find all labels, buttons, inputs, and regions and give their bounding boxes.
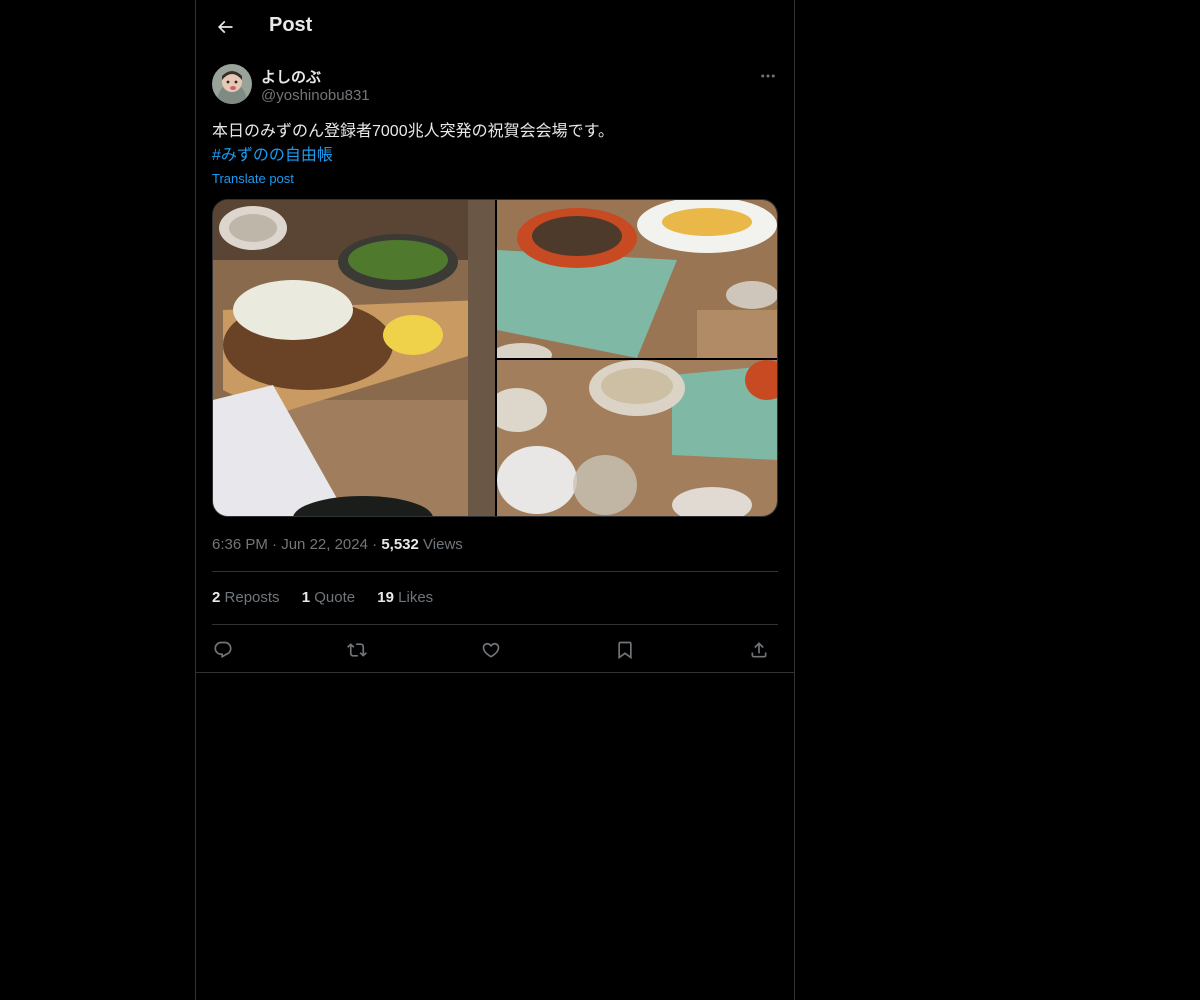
action-bar	[212, 636, 778, 664]
reposts-stat[interactable]: 2 Reposts	[212, 589, 280, 606]
quotes-count: 1	[301, 589, 311, 606]
reply-icon	[214, 641, 232, 659]
hashtag-link[interactable]: #みずのの自由帳	[212, 144, 778, 168]
divider	[212, 571, 778, 572]
post-meta: 6:36 PM · Jun 22, 2024 · 5,532 Views	[212, 536, 463, 553]
more-horizontal-icon	[761, 74, 775, 78]
photo-3[interactable]	[497, 360, 777, 516]
repost-button[interactable]	[342, 636, 372, 664]
post-stats: 2 Reposts 1 Quote 19 Likes	[212, 589, 451, 606]
reply-button[interactable]	[208, 636, 238, 664]
like-icon	[482, 642, 500, 658]
meta-separator: ·	[272, 536, 278, 553]
photo-1[interactable]	[213, 200, 495, 516]
post-text: 本日のみずのん登録者7000兆人突発の祝賀会会場です。 #みずのの自由帳	[212, 120, 778, 168]
meta-separator: ·	[372, 536, 378, 553]
reposts-label: Reposts	[224, 589, 280, 606]
author-display-name[interactable]: よしのぶ	[261, 66, 321, 87]
likes-stat[interactable]: 19 Likes	[377, 589, 433, 606]
page-header: Post	[196, 0, 794, 53]
quotes-label: Quote	[314, 589, 356, 606]
media-grid	[212, 199, 778, 517]
reposts-count: 2	[212, 589, 221, 606]
views-count: 5,532	[381, 536, 419, 553]
back-button[interactable]	[208, 10, 242, 44]
page-title: Post	[269, 14, 313, 36]
bookmark-icon	[618, 641, 632, 660]
share-button[interactable]	[744, 636, 774, 664]
likes-label: Likes	[398, 589, 434, 606]
bookmark-button[interactable]	[610, 636, 640, 664]
quotes-stat[interactable]: 1 Quote	[302, 589, 355, 606]
divider	[212, 624, 778, 625]
post-date[interactable]: Jun 22, 2024	[281, 536, 368, 553]
arrow-left-icon	[217, 20, 233, 34]
views-label: Views	[423, 536, 463, 553]
post-body: 本日のみずのん登録者7000兆人突発の祝賀会会場です。	[212, 123, 614, 140]
share-icon	[751, 642, 767, 658]
more-options-button[interactable]	[756, 64, 780, 88]
photo-2[interactable]	[497, 200, 777, 358]
like-button[interactable]	[476, 636, 506, 664]
post-time[interactable]: 6:36 PM	[212, 536, 268, 553]
post-column: Post よしのぶ @yoshinobu831 本日のみずのん登録者7000兆人…	[195, 0, 795, 1000]
avatar[interactable]	[212, 64, 252, 104]
translate-post-link[interactable]: Translate post	[212, 171, 294, 186]
post-bottom-border	[196, 672, 794, 673]
likes-count: 19	[377, 589, 394, 606]
repost-icon	[347, 643, 367, 657]
author-handle[interactable]: @yoshinobu831	[261, 87, 370, 104]
